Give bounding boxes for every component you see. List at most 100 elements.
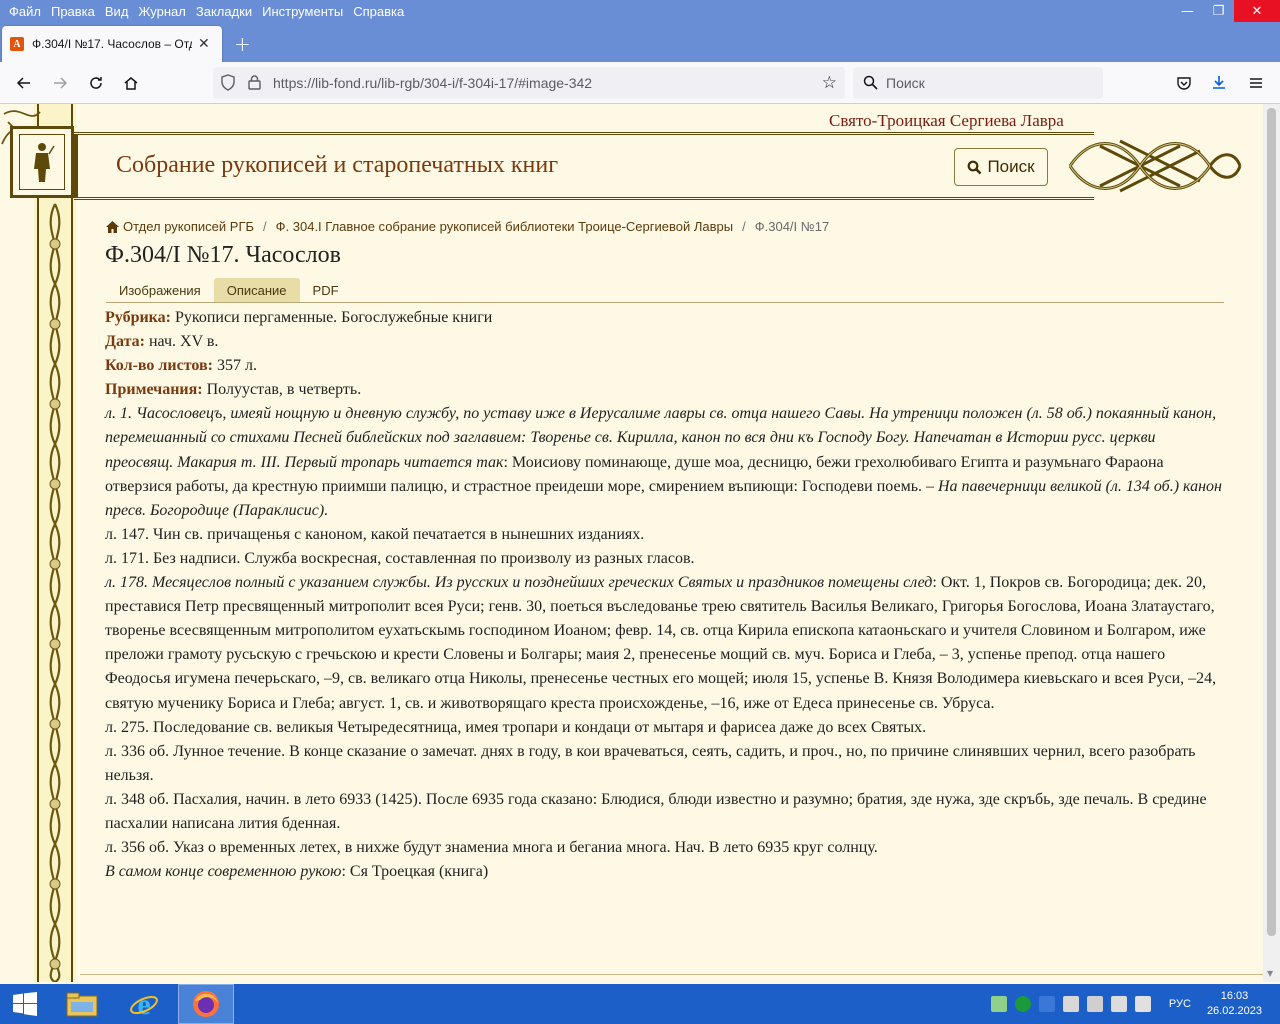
pocket-icon[interactable]	[1170, 69, 1198, 97]
site-search-button[interactable]: Поиск	[954, 148, 1048, 186]
reload-icon[interactable]	[82, 69, 110, 97]
new-tab-icon[interactable]: +	[234, 32, 251, 56]
note-paragraph: л. 275. Последование св. великыя Четыред…	[105, 718, 927, 736]
leaves-value: 357 л.	[216, 357, 257, 375]
note-paragraph: л. 1. Часословецъ, имеяй нощную и дневну…	[105, 402, 1223, 522]
bookmark-star-icon[interactable]: ☆	[822, 73, 837, 93]
search-bar[interactable]: Поиск	[853, 67, 1103, 99]
home-icon[interactable]	[117, 69, 145, 97]
breadcrumb-separator: /	[263, 219, 267, 234]
file-explorer-taskbar-button[interactable]	[54, 984, 110, 1024]
note-paragraph: л. 336 об. Лунное течение. В конце сказа…	[105, 742, 1196, 784]
tab-description[interactable]: Описание	[213, 278, 300, 302]
leaves-label: Кол-во листов	[105, 357, 208, 375]
note-paragraph: л. 147. Чин св. причащенья с каноном, ка…	[105, 525, 645, 543]
notes-value: Полуустав, в четверть.	[206, 381, 362, 399]
sync-icon[interactable]	[1086, 996, 1103, 1012]
window-controls: — ❐ ✕	[1172, 0, 1280, 22]
tab-pdf[interactable]: PDF	[300, 278, 352, 302]
menu-help[interactable]: Справка	[348, 4, 409, 19]
document-title: Ф.304/I №17. Часослов	[105, 242, 341, 268]
note-text: : Окт. 1, Покров св. Богородица; дек. 20…	[105, 574, 1217, 712]
firefox-taskbar-button[interactable]	[178, 984, 234, 1024]
menu-edit[interactable]: Правка	[46, 4, 100, 19]
internet-explorer-icon: e	[130, 989, 158, 1019]
celtic-knot-ornament	[1068, 139, 1242, 193]
breadcrumb-separator: /	[742, 219, 746, 234]
date-label: Дата	[105, 333, 140, 351]
note-paragraph: В самом конце современною рукою: Ся Трое…	[105, 860, 1223, 884]
svg-text:e: e	[137, 989, 150, 1019]
tab-close-icon[interactable]: ✕	[198, 36, 210, 52]
taskbar: e РУС 16:03 26.02.2023	[0, 984, 1280, 1024]
vertical-scrollbar[interactable]: ▼	[1263, 104, 1280, 982]
restore-button[interactable]: ❐	[1203, 0, 1234, 22]
menu-history[interactable]: Журнал	[133, 4, 190, 19]
tab-strip: A Ф.304/I №17. Часослов – Отдел ✕ +	[0, 22, 1280, 62]
clock[interactable]: 16:03 26.02.2023	[1207, 989, 1262, 1019]
page-divider	[80, 974, 1263, 975]
tracking-shield-icon[interactable]	[220, 74, 236, 95]
browser-tab[interactable]: A Ф.304/I №17. Часослов – Отдел ✕	[2, 26, 222, 62]
back-arrow-icon[interactable]	[10, 69, 38, 97]
search-placeholder: Поиск	[886, 75, 925, 91]
notes-line: Примечания: Полуустав, в четверть.	[105, 381, 362, 399]
home-icon[interactable]	[106, 220, 119, 233]
close-window-button[interactable]: ✕	[1234, 0, 1280, 22]
volume-icon[interactable]	[1134, 996, 1151, 1012]
menu-file[interactable]: Файл	[4, 4, 46, 19]
hamburger-menu-icon[interactable]	[1242, 69, 1270, 97]
url-bar[interactable]: https://lib-fond.ru/lib-rgb/304-i/f-304i…	[213, 67, 845, 99]
scroll-down-arrow-icon[interactable]: ▼	[1267, 969, 1273, 978]
date-value: нач. XV в.	[148, 333, 219, 351]
breadcrumb-link-fond[interactable]: Ф. 304.I Главное собрание рукописей библ…	[276, 219, 733, 234]
menu-bar: Файл Правка Вид Журнал Закладки Инструме…	[0, 4, 409, 19]
note-paragraph: л. 171. Без надписи. Служба воскресная, …	[105, 549, 695, 567]
menu-tools[interactable]: Инструменты	[257, 4, 348, 19]
internet-explorer-taskbar-button[interactable]: e	[116, 984, 172, 1024]
forward-arrow-icon[interactable]	[46, 69, 74, 97]
system-tray: РУС 16:03 26.02.2023	[987, 984, 1280, 1024]
start-button[interactable]	[0, 984, 50, 1024]
flag-icon[interactable]	[1062, 996, 1079, 1012]
url-text[interactable]: https://lib-fond.ru/lib-rgb/304-i/f-304i…	[273, 75, 592, 91]
site-title[interactable]: Собрание рукописей и старопечатных книг	[116, 152, 558, 179]
notes-label: Примечания	[105, 381, 198, 399]
rubric-label: Рубрика	[105, 309, 166, 326]
leaves-line: Кол-во листов: 357 л.	[105, 357, 257, 375]
document-tabs: Изображения Описание PDF	[106, 278, 1224, 303]
scrollbar-thumb[interactable]	[1267, 108, 1276, 936]
folder-icon	[66, 992, 98, 1017]
breadcrumb-link-department[interactable]: Отдел рукописей РГБ	[123, 219, 254, 234]
clock-time: 16:03	[1220, 990, 1249, 1002]
note-paragraph: л. 356 об. Указ о временных летех, в них…	[105, 839, 878, 857]
windows-logo-icon	[13, 992, 37, 1016]
date-line: Дата: нач. XV в.	[105, 333, 219, 351]
site-search-label: Поиск	[987, 157, 1035, 176]
note-text: : Ся Троецкая (книга)	[341, 863, 489, 881]
web-page: Свято-Троицкая Сергиева Лавра Собрание р…	[0, 104, 1263, 982]
lavra-title[interactable]: Свято-Троицкая Сергиева Лавра	[829, 111, 1064, 131]
note-text: В самом конце современною рукою	[105, 863, 342, 881]
note-paragraph: л. 348 об. Пасхалия, начин. в лето 6933 …	[105, 790, 1207, 832]
network-icon[interactable]	[1110, 996, 1127, 1012]
tab-images[interactable]: Изображения	[106, 278, 214, 302]
note-paragraph: л. 178. Месяцеслов полный с указанием сл…	[105, 571, 1223, 716]
lock-icon[interactable]	[248, 75, 261, 94]
rubric-value: Рукописи пергаменные. Богослужебные книг…	[174, 309, 493, 326]
menu-view[interactable]: Вид	[100, 4, 134, 19]
site-logo[interactable]	[10, 126, 74, 198]
downloads-icon[interactable]	[1205, 69, 1233, 97]
keyboard-language[interactable]: РУС	[1169, 998, 1191, 1010]
breadcrumb-current: Ф.304/I №17	[754, 219, 830, 234]
search-icon	[968, 160, 982, 174]
network-drive-icon[interactable]	[990, 996, 1007, 1012]
app-tray-icon[interactable]	[1038, 996, 1055, 1012]
rubric-line: Рубрика: Рукописи пергаменные. Богослуже…	[105, 309, 493, 326]
minimize-button[interactable]: —	[1172, 0, 1203, 22]
menu-bookmarks[interactable]: Закладки	[191, 4, 257, 19]
monk-figure-icon	[19, 134, 65, 190]
tab-title: Ф.304/I №17. Часослов – Отдел	[32, 37, 192, 51]
security-icon[interactable]	[1014, 996, 1031, 1012]
url-path: /lib-rgb/304-i/f-304i-17/#image-342	[377, 75, 593, 91]
